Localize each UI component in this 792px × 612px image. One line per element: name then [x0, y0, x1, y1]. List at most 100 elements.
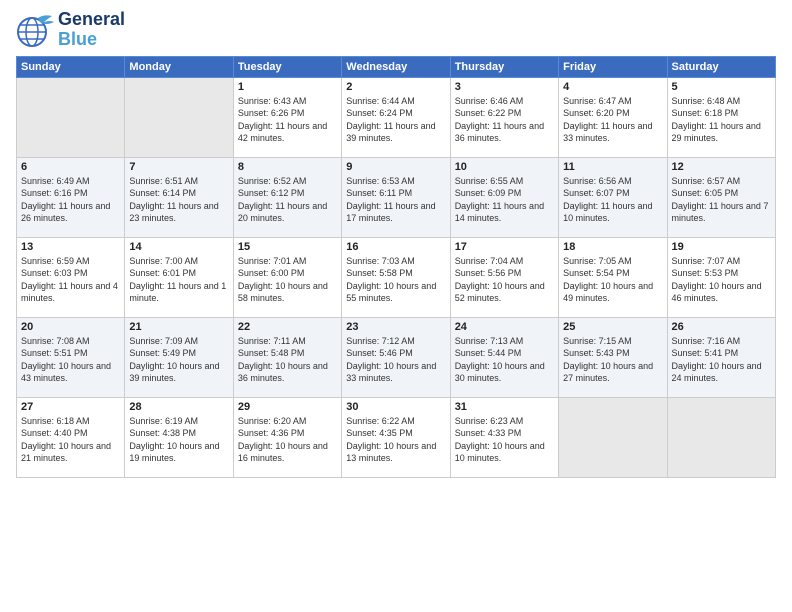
daylight-label: Daylight: 10 hours and 16 minutes. — [238, 441, 328, 464]
daylight-label: Daylight: 10 hours and 21 minutes. — [21, 441, 111, 464]
calendar-cell: 20 Sunrise: 7:08 AM Sunset: 5:51 PM Dayl… — [17, 317, 125, 397]
week-row-1: 1 Sunrise: 6:43 AM Sunset: 6:26 PM Dayli… — [17, 77, 776, 157]
sunrise-label: Sunrise: 6:43 AM — [238, 96, 307, 106]
sunrise-label: Sunrise: 6:57 AM — [672, 176, 741, 186]
sunrise-label: Sunrise: 7:15 AM — [563, 336, 632, 346]
day-info: Sunrise: 6:57 AM Sunset: 6:05 PM Dayligh… — [672, 175, 771, 225]
week-row-4: 20 Sunrise: 7:08 AM Sunset: 5:51 PM Dayl… — [17, 317, 776, 397]
day-number: 17 — [455, 241, 554, 253]
sunrise-label: Sunrise: 6:59 AM — [21, 256, 90, 266]
day-number: 31 — [455, 401, 554, 413]
daylight-label: Daylight: 10 hours and 39 minutes. — [129, 361, 219, 384]
sunset-label: Sunset: 5:54 PM — [563, 268, 630, 278]
day-info: Sunrise: 6:20 AM Sunset: 4:36 PM Dayligh… — [238, 415, 337, 465]
sunset-label: Sunset: 6:09 PM — [455, 188, 522, 198]
daylight-label: Daylight: 11 hours and 1 minute. — [129, 281, 226, 304]
day-info: Sunrise: 7:09 AM Sunset: 5:49 PM Dayligh… — [129, 335, 228, 385]
calendar-cell: 2 Sunrise: 6:44 AM Sunset: 6:24 PM Dayli… — [342, 77, 450, 157]
day-info: Sunrise: 7:03 AM Sunset: 5:58 PM Dayligh… — [346, 255, 445, 305]
daylight-label: Daylight: 11 hours and 23 minutes. — [129, 201, 218, 224]
sunset-label: Sunset: 5:41 PM — [672, 348, 739, 358]
day-number: 4 — [563, 81, 662, 93]
sunrise-label: Sunrise: 6:51 AM — [129, 176, 198, 186]
weekday-header-wednesday: Wednesday — [342, 56, 450, 77]
day-number: 25 — [563, 321, 662, 333]
calendar-cell: 27 Sunrise: 6:18 AM Sunset: 4:40 PM Dayl… — [17, 397, 125, 477]
sunrise-label: Sunrise: 6:48 AM — [672, 96, 741, 106]
day-info: Sunrise: 6:56 AM Sunset: 6:07 PM Dayligh… — [563, 175, 662, 225]
sunset-label: Sunset: 6:12 PM — [238, 188, 305, 198]
day-info: Sunrise: 7:08 AM Sunset: 5:51 PM Dayligh… — [21, 335, 120, 385]
daylight-label: Daylight: 10 hours and 27 minutes. — [563, 361, 653, 384]
day-info: Sunrise: 6:49 AM Sunset: 6:16 PM Dayligh… — [21, 175, 120, 225]
globe-icon — [16, 12, 54, 48]
calendar-cell: 10 Sunrise: 6:55 AM Sunset: 6:09 PM Dayl… — [450, 157, 558, 237]
day-number: 5 — [672, 81, 771, 93]
sunrise-label: Sunrise: 6:46 AM — [455, 96, 524, 106]
calendar-cell: 22 Sunrise: 7:11 AM Sunset: 5:48 PM Dayl… — [233, 317, 341, 397]
day-info: Sunrise: 6:19 AM Sunset: 4:38 PM Dayligh… — [129, 415, 228, 465]
calendar-cell: 17 Sunrise: 7:04 AM Sunset: 5:56 PM Dayl… — [450, 237, 558, 317]
sunrise-label: Sunrise: 7:07 AM — [672, 256, 741, 266]
daylight-label: Daylight: 11 hours and 29 minutes. — [672, 121, 761, 144]
day-number: 1 — [238, 81, 337, 93]
daylight-label: Daylight: 10 hours and 13 minutes. — [346, 441, 436, 464]
daylight-label: Daylight: 10 hours and 52 minutes. — [455, 281, 545, 304]
calendar-cell — [17, 77, 125, 157]
day-info: Sunrise: 7:07 AM Sunset: 5:53 PM Dayligh… — [672, 255, 771, 305]
day-number: 8 — [238, 161, 337, 173]
day-number: 23 — [346, 321, 445, 333]
day-info: Sunrise: 6:59 AM Sunset: 6:03 PM Dayligh… — [21, 255, 120, 305]
day-info: Sunrise: 7:12 AM Sunset: 5:46 PM Dayligh… — [346, 335, 445, 385]
sunset-label: Sunset: 5:43 PM — [563, 348, 630, 358]
calendar-cell: 14 Sunrise: 7:00 AM Sunset: 6:01 PM Dayl… — [125, 237, 233, 317]
daylight-label: Daylight: 11 hours and 20 minutes. — [238, 201, 327, 224]
daylight-label: Daylight: 11 hours and 36 minutes. — [455, 121, 544, 144]
daylight-label: Daylight: 11 hours and 10 minutes. — [563, 201, 652, 224]
calendar-cell: 23 Sunrise: 7:12 AM Sunset: 5:46 PM Dayl… — [342, 317, 450, 397]
day-number: 2 — [346, 81, 445, 93]
day-number: 16 — [346, 241, 445, 253]
day-number: 24 — [455, 321, 554, 333]
sunset-label: Sunset: 6:22 PM — [455, 108, 522, 118]
sunrise-label: Sunrise: 6:53 AM — [346, 176, 415, 186]
sunrise-label: Sunrise: 7:13 AM — [455, 336, 524, 346]
day-info: Sunrise: 6:23 AM Sunset: 4:33 PM Dayligh… — [455, 415, 554, 465]
week-row-3: 13 Sunrise: 6:59 AM Sunset: 6:03 PM Dayl… — [17, 237, 776, 317]
sunrise-label: Sunrise: 7:16 AM — [672, 336, 741, 346]
day-number: 13 — [21, 241, 120, 253]
calendar-cell: 21 Sunrise: 7:09 AM Sunset: 5:49 PM Dayl… — [125, 317, 233, 397]
day-info: Sunrise: 6:53 AM Sunset: 6:11 PM Dayligh… — [346, 175, 445, 225]
daylight-label: Daylight: 10 hours and 43 minutes. — [21, 361, 111, 384]
sunset-label: Sunset: 6:14 PM — [129, 188, 196, 198]
sunrise-label: Sunrise: 6:52 AM — [238, 176, 307, 186]
sunset-label: Sunset: 4:35 PM — [346, 428, 413, 438]
day-number: 20 — [21, 321, 120, 333]
calendar-cell: 25 Sunrise: 7:15 AM Sunset: 5:43 PM Dayl… — [559, 317, 667, 397]
sunrise-label: Sunrise: 6:55 AM — [455, 176, 524, 186]
sunset-label: Sunset: 4:36 PM — [238, 428, 305, 438]
sunset-label: Sunset: 6:03 PM — [21, 268, 88, 278]
weekday-header-tuesday: Tuesday — [233, 56, 341, 77]
daylight-label: Daylight: 10 hours and 55 minutes. — [346, 281, 436, 304]
sunset-label: Sunset: 4:33 PM — [455, 428, 522, 438]
calendar-cell: 26 Sunrise: 7:16 AM Sunset: 5:41 PM Dayl… — [667, 317, 775, 397]
calendar-cell: 13 Sunrise: 6:59 AM Sunset: 6:03 PM Dayl… — [17, 237, 125, 317]
day-info: Sunrise: 7:13 AM Sunset: 5:44 PM Dayligh… — [455, 335, 554, 385]
logo: General Blue — [16, 10, 125, 50]
day-number: 21 — [129, 321, 228, 333]
logo-blue: Blue — [58, 30, 125, 50]
daylight-label: Daylight: 10 hours and 10 minutes. — [455, 441, 545, 464]
sunrise-label: Sunrise: 6:47 AM — [563, 96, 632, 106]
calendar-cell: 11 Sunrise: 6:56 AM Sunset: 6:07 PM Dayl… — [559, 157, 667, 237]
sunrise-label: Sunrise: 7:03 AM — [346, 256, 415, 266]
sunset-label: Sunset: 5:49 PM — [129, 348, 196, 358]
daylight-label: Daylight: 10 hours and 49 minutes. — [563, 281, 653, 304]
weekday-header-sunday: Sunday — [17, 56, 125, 77]
day-info: Sunrise: 6:18 AM Sunset: 4:40 PM Dayligh… — [21, 415, 120, 465]
calendar-cell: 1 Sunrise: 6:43 AM Sunset: 6:26 PM Dayli… — [233, 77, 341, 157]
day-info: Sunrise: 6:47 AM Sunset: 6:20 PM Dayligh… — [563, 95, 662, 145]
sunrise-label: Sunrise: 7:00 AM — [129, 256, 198, 266]
sunset-label: Sunset: 5:44 PM — [455, 348, 522, 358]
day-info: Sunrise: 6:55 AM Sunset: 6:09 PM Dayligh… — [455, 175, 554, 225]
